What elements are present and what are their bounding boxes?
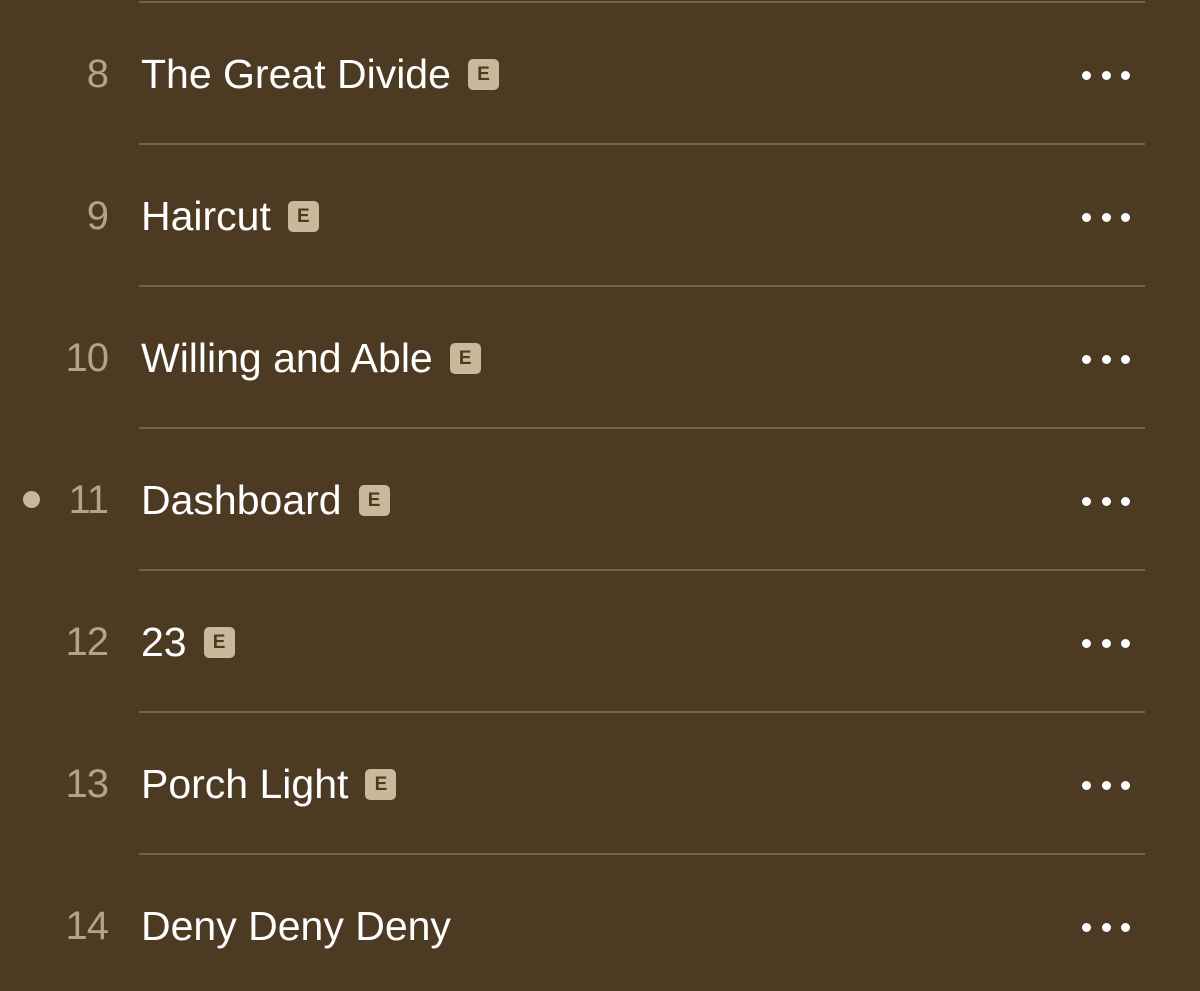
ellipsis-icon [1101,780,1111,790]
ellipsis-icon [1082,638,1091,648]
track-row[interactable]: 10 Willing and Able E [0,287,1200,429]
track-title: Willing and Able [141,335,433,381]
track-number: 10 [65,336,109,380]
more-options-button[interactable] [1082,773,1130,797]
ellipsis-icon [1121,496,1130,506]
track-row-now-playing[interactable]: 11 Dashboard E [0,429,1200,571]
explicit-badge-icon: E [365,768,397,800]
track-number: 13 [65,762,109,806]
track-title-group: Haircut E [141,193,319,239]
more-options-button[interactable] [1082,915,1130,939]
track-number: 12 [65,620,109,664]
track-row[interactable]: 14 Deny Deny Deny [0,855,1200,991]
track-title: Dashboard [141,477,342,523]
ellipsis-icon [1101,354,1111,364]
ellipsis-icon [1082,922,1091,932]
track-title: Deny Deny Deny [141,903,451,949]
track-title: 23 [141,619,187,665]
track-number: 8 [86,52,109,96]
track-title-group: Willing and Able E [141,335,481,381]
ellipsis-icon [1101,496,1111,506]
track-number: 11 [68,478,109,522]
more-options-button[interactable] [1082,489,1130,513]
more-options-button[interactable] [1082,63,1130,87]
explicit-badge-icon: E [203,626,235,658]
track-title-group: The Great Divide E [141,51,499,97]
ellipsis-icon [1082,70,1091,80]
track-row[interactable]: 12 23 E [0,571,1200,713]
ellipsis-icon [1082,780,1091,790]
track-number: 9 [86,194,109,238]
ellipsis-icon [1121,212,1130,222]
track-row[interactable]: 9 Haircut E [0,145,1200,287]
track-number: 14 [65,904,109,948]
more-options-button[interactable] [1082,631,1130,655]
ellipsis-icon [1121,638,1130,648]
track-title-group: Porch Light E [141,761,397,807]
track-row[interactable]: 8 The Great Divide E [0,3,1200,145]
ellipsis-icon [1121,922,1130,932]
more-options-button[interactable] [1082,205,1130,229]
ellipsis-icon [1121,780,1130,790]
track-title: Porch Light [141,761,349,807]
explicit-badge-icon: E [467,58,499,90]
ellipsis-icon [1082,354,1091,364]
track-title: The Great Divide [141,51,451,97]
ellipsis-icon [1101,638,1111,648]
more-options-button[interactable] [1082,347,1130,371]
ellipsis-icon [1082,496,1091,506]
track-list: 8 The Great Divide E 9 Haircut E 10 Will… [0,0,1200,991]
ellipsis-icon [1101,212,1111,222]
track-title-group: 23 E [141,619,235,665]
ellipsis-icon [1121,70,1130,80]
track-title-group: Dashboard E [141,477,390,523]
ellipsis-icon [1101,922,1111,932]
explicit-badge-icon: E [449,342,481,374]
track-title: Haircut [141,193,271,239]
ellipsis-icon [1101,70,1111,80]
now-playing-dot-icon [23,491,40,508]
ellipsis-icon [1082,212,1091,222]
ellipsis-icon [1121,354,1130,364]
explicit-badge-icon: E [358,484,390,516]
track-title-group: Deny Deny Deny [141,903,451,949]
track-row[interactable]: 13 Porch Light E [0,713,1200,855]
explicit-badge-icon: E [287,200,319,232]
